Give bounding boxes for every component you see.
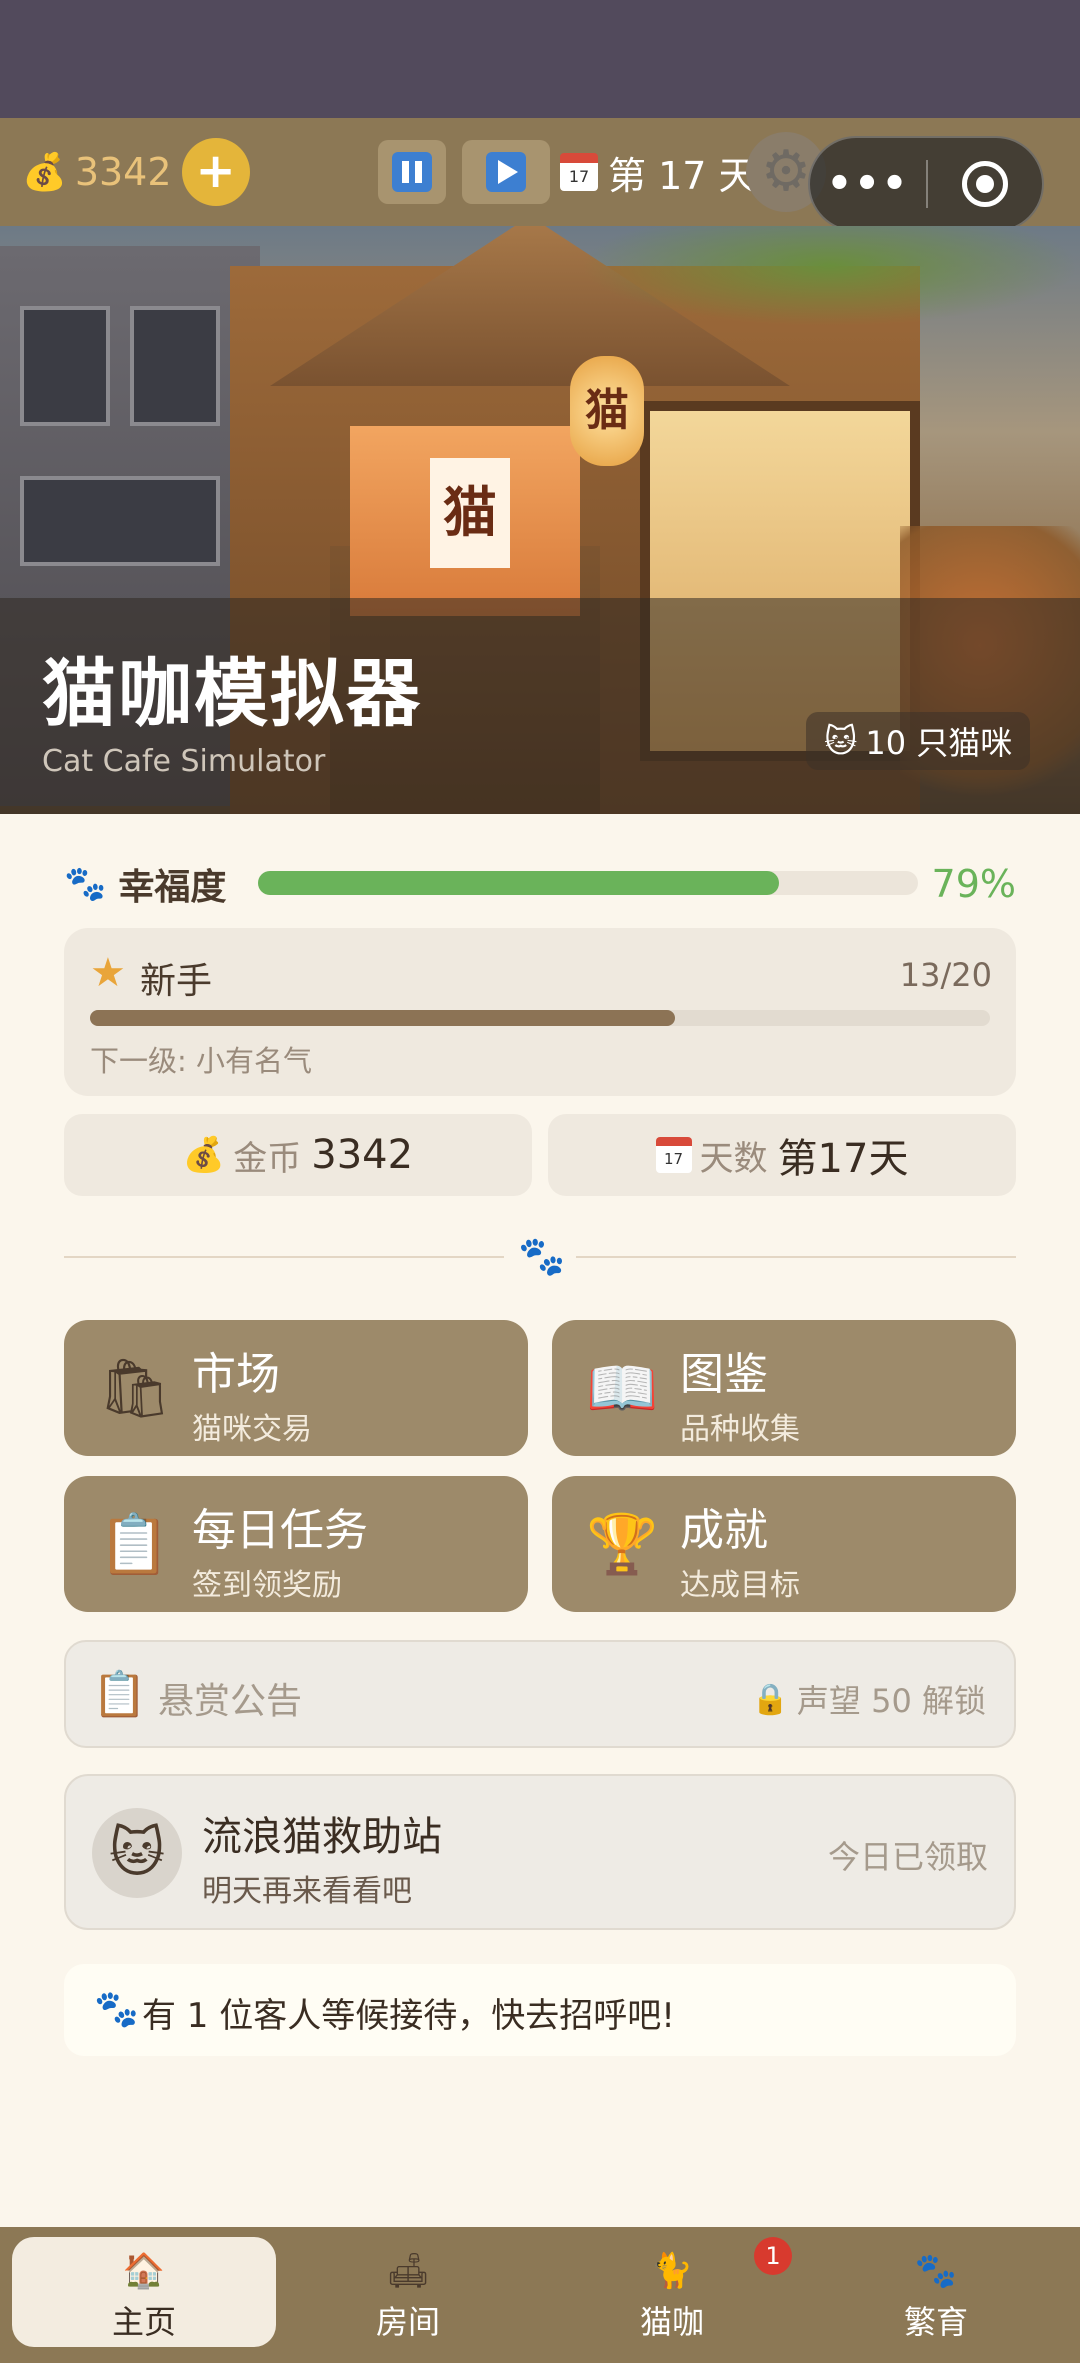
shopping-bag-icon: 🛍 [98,1354,172,1422]
daily-tasks-subtitle: 签到领奖励 [192,1568,342,1603]
market-title: 市场 [192,1349,280,1400]
clipboard-icon: 📋 [92,1669,147,1720]
target-icon [961,161,1008,207]
paw-icon: 🐾 [518,1234,566,1278]
gold-label: 金币 [233,1138,302,1179]
tab-breeding-label: 繁育 [903,2303,968,2341]
more-menu-icon[interactable]: ••• [810,161,926,207]
divider-line-right [576,1256,1016,1258]
lantern: 猫 [570,356,644,466]
money-bag-icon: 💰 [22,152,67,193]
daily-tasks-title: 每日任务 [192,1505,368,1556]
home-icon: 🏠 [122,2251,166,2291]
level-name: 新手 [140,961,213,1002]
add-coins-button[interactable]: + [181,138,250,206]
achievements-button[interactable]: 🏆 成就 达成目标 [552,1476,1016,1612]
lock-icon: 🔒 [751,1681,789,1717]
day-indicator: 17 第 17 天 [560,140,757,204]
days-label: 天数 [699,1138,768,1179]
play-icon [486,152,526,192]
next-level-label: 下一级: 小有名气 [90,1044,312,1078]
rescue-station-card[interactable]: 🐱 流浪猫救助站 明天再来看看吧 今日已领取 [64,1774,1016,1930]
bottom-tab-bar: 🏠 主页 🛋 房间 🐈 猫咖 1 🐾 繁育 [0,2227,1080,2363]
rescue-title: 流浪猫救助站 [202,1814,442,1860]
book-icon: 📖 [586,1354,659,1422]
game-title: 猫咖模拟器 [42,651,422,737]
tab-home-label: 主页 [111,2303,176,2341]
trophy-icon: 🏆 [586,1510,659,1578]
cat-count-badge: 🐱 10 只猫咪 [806,712,1031,770]
daily-tasks-button[interactable]: 📋 每日任务 签到领奖励 [64,1476,528,1612]
calendar-icon: 17 [655,1137,692,1173]
bounty-board-button[interactable]: 📋 悬赏公告 🔒 声望 50 解锁 [64,1640,1016,1748]
gold-stat: 💰 金币 3342 [64,1114,532,1196]
level-progress-fill [90,1010,675,1026]
close-program-button[interactable] [928,161,1042,207]
level-card: ★ 新手 13/20 下一级: 小有名气 [64,928,1016,1096]
tab-cafe-label: 猫咖 [639,2303,704,2341]
tab-home[interactable]: 🏠 主页 [12,2237,276,2347]
rescue-subtitle: 明天再来看看吧 [202,1874,412,1909]
paw-icon: 🐾 [64,864,107,904]
happiness-label: 幸福度 [118,867,227,908]
unlock-text: 声望 50 解锁 [796,1682,986,1720]
game-subtitle: Cat Cafe Simulator [42,744,326,779]
market-subtitle: 猫咪交易 [192,1412,312,1447]
foliage [580,226,1080,326]
day-label: 第 17 天 [608,153,757,198]
catalog-subtitle: 品种收集 [680,1412,800,1447]
paw-icon: 🐾 [94,1989,139,2030]
happiness-percent: 79% [931,862,1016,906]
tab-rooms-label: 房间 [375,2303,440,2341]
coin-display: 💰 3342 + [22,138,250,206]
pause-icon [392,152,432,192]
notice-text: 有 1 位客人等候接待，快去招呼吧! [142,1996,675,2036]
customer-notice[interactable]: 🐾 有 1 位客人等候接待，快去招呼吧! [64,1964,1016,2056]
coin-amount: 3342 [74,150,172,194]
gold-value: 3342 [311,1132,414,1178]
room-icon: 🛋 [386,2251,430,2291]
tab-cafe[interactable]: 🐈 猫咖 1 [540,2237,804,2347]
tab-breeding[interactable]: 🐾 繁育 [804,2237,1068,2347]
catalog-button[interactable]: 📖 图鉴 品种收集 [552,1320,1016,1456]
noren-sign: 猫 [430,458,510,568]
achievements-title: 成就 [680,1505,768,1556]
tab-rooms[interactable]: 🛋 房间 [276,2237,540,2347]
days-value: 第17天 [777,1136,909,1182]
notification-badge: 1 [754,2237,792,2275]
happiness-bar [258,871,918,895]
cat-face-icon: 🐱 [824,722,858,760]
level-progress-bar [90,1010,990,1026]
achievements-subtitle: 达成目标 [680,1568,800,1603]
mini-program-capsule: ••• [808,136,1044,232]
happiness-bar-fill [258,871,780,895]
money-bag-icon: 💰 [182,1135,226,1175]
days-stat: 17 天数 第17天 [548,1114,1016,1196]
hero-banner: 猫 猫 猫咖模拟器 Cat Cafe Simulator 🐱 10 只猫咪 [0,226,1080,814]
rescue-status: 今日已领取 [827,1838,988,1876]
market-button[interactable]: 🛍 市场 猫咪交易 [64,1320,528,1456]
divider-line-left [64,1256,504,1258]
bounty-title: 悬赏公告 [158,1681,303,1722]
star-icon: ★ [90,950,126,996]
pause-button[interactable] [378,140,446,204]
happiness-row: 🐾 幸福度 79% [64,856,1016,912]
status-bar [0,0,1080,118]
play-button[interactable] [462,140,550,204]
cat-count-text: 10 只猫咪 [865,724,1013,762]
unlock-requirement: 🔒 声望 50 解锁 [752,1676,986,1722]
level-progress-text: 13/20 [899,956,992,994]
clipboard-icon: 📋 [98,1510,171,1578]
calendar-icon: 17 [560,153,598,191]
catalog-title: 图鉴 [680,1349,768,1400]
breeding-icon: 🐾 [914,2251,958,2291]
cat-face-icon: 🐱 [92,1808,182,1898]
